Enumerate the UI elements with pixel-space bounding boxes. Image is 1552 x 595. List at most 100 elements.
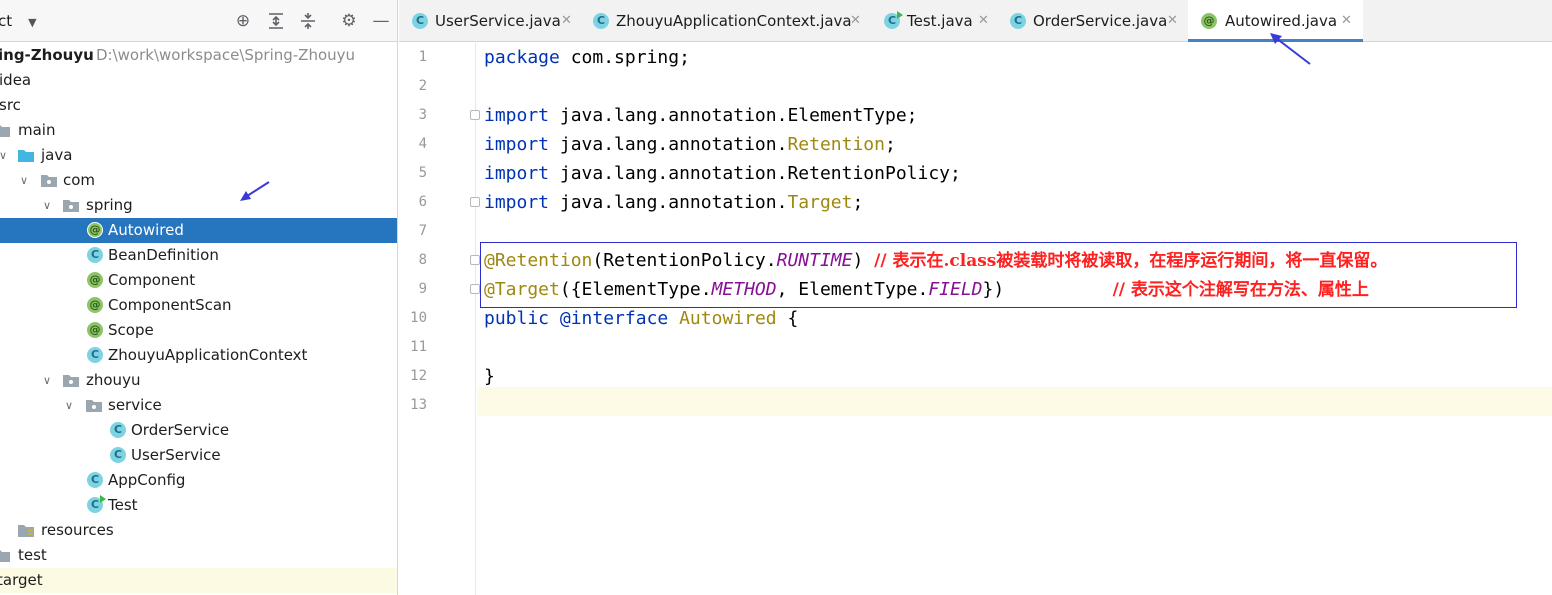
code-type-name: Autowired — [679, 308, 777, 329]
tree-item-componentscan[interactable]: @ ComponentScan — [0, 293, 397, 318]
tree-item-autowired[interactable]: @ Autowired — [0, 218, 397, 243]
tree-item-appconfig[interactable]: C AppConfig — [0, 468, 397, 493]
code-keyword: import — [484, 163, 550, 184]
tab-zhouyuapplicationcontext[interactable]: C ZhouyuApplicationContext.java ✕ — [580, 0, 870, 42]
code-line-4: import java.lang.annotation.Retention; — [484, 130, 896, 159]
tree-item-label: target — [0, 571, 43, 589]
close-icon[interactable]: ✕ — [1341, 0, 1352, 42]
tree-item-label: resources — [41, 521, 114, 539]
runnable-class-icon: C — [87, 495, 106, 513]
tree-item-java[interactable]: ∨ java — [0, 143, 397, 168]
class-icon: C — [1010, 13, 1026, 29]
tree-item-beandefinition[interactable]: C BeanDefinition — [0, 243, 397, 268]
tree-item-spring[interactable]: ∨ spring — [0, 193, 397, 218]
line-number: 12 — [410, 368, 427, 384]
tree-item-label: Component — [108, 271, 196, 289]
tree-item-label: service — [108, 396, 162, 414]
tree-item-resources[interactable]: resources — [0, 518, 397, 543]
close-icon[interactable]: ✕ — [561, 0, 572, 42]
code-keyword: import — [484, 134, 550, 155]
annotation-arrow-icon — [240, 181, 270, 201]
tree-item-orderservice[interactable]: C OrderService — [0, 418, 397, 443]
folder-icon — [0, 123, 10, 138]
tree-item-component[interactable]: @ Component — [0, 268, 397, 293]
tree-item-main[interactable]: main — [0, 118, 397, 143]
tree-item-label: Autowired — [108, 221, 184, 239]
chevron-down-icon[interactable]: ∨ — [17, 168, 31, 193]
tab-label: Test.java — [907, 12, 973, 30]
line-number: 4 — [418, 136, 427, 152]
tree-item-zhouyu[interactable]: ∨ zhouyu — [0, 368, 397, 393]
tree-item-test-folder[interactable]: test — [0, 543, 397, 568]
tree-item-scope[interactable]: @ Scope — [0, 318, 397, 343]
close-icon[interactable]: ✕ — [978, 0, 989, 42]
tab-label: UserService.java — [435, 12, 561, 30]
tree-item-label: zhouyu — [86, 371, 141, 389]
code-line-6: import java.lang.annotation.Target; — [484, 188, 863, 217]
project-view-selector[interactable]: ct ▼ — [0, 12, 37, 30]
class-icon: C — [87, 472, 103, 488]
code-keyword: package — [484, 47, 560, 68]
tree-item-label: ing-Zhouyu — [0, 46, 94, 64]
close-icon[interactable]: ✕ — [850, 0, 861, 42]
tree-item-service[interactable]: ∨ service — [0, 393, 397, 418]
minimize-icon[interactable]: — — [370, 10, 392, 32]
line-number: 13 — [410, 397, 427, 413]
chevron-down-icon[interactable]: ▼ — [28, 16, 36, 29]
tree-item-label: test — [18, 546, 47, 564]
code-editor[interactable]: package com.spring; import java.lang.ann… — [477, 43, 1552, 595]
tree-item-src[interactable]: src — [0, 93, 397, 118]
tree-item-label: ZhouyuApplicationContext — [108, 346, 308, 364]
tab-label: OrderService.java — [1033, 12, 1168, 30]
chevron-down-icon[interactable]: ∨ — [40, 368, 54, 393]
code-annotation-type: Retention — [787, 134, 885, 155]
package-icon — [86, 398, 102, 413]
line-number: 2 — [418, 78, 427, 94]
tree-item-userservice[interactable]: C UserService — [0, 443, 397, 468]
tree-item-label: Scope — [108, 321, 154, 339]
tab-label: ZhouyuApplicationContext.java — [616, 12, 852, 30]
project-path: D:\work\workspace\Spring-Zhouyu — [96, 46, 356, 64]
chevron-down-icon[interactable]: ∨ — [40, 193, 54, 218]
chevron-down-icon[interactable]: ∨ — [62, 393, 76, 418]
gear-icon[interactable]: ⚙ — [338, 10, 360, 32]
package-icon — [41, 173, 57, 188]
project-view-label: ct — [0, 12, 13, 30]
class-icon: C — [87, 247, 103, 263]
collapse-all-icon[interactable] — [297, 10, 319, 32]
tree-item-label: BeanDefinition — [108, 246, 219, 264]
tree-item-target[interactable]: target — [0, 568, 397, 593]
tree-item-label: UserService — [131, 446, 221, 464]
tree-item-test-class[interactable]: C Test — [0, 493, 397, 518]
editor-gutter[interactable]: 1 2 3 4 5 6 7 8 9 10 11 12 13 — [399, 43, 480, 595]
close-icon[interactable]: ✕ — [1167, 0, 1178, 42]
class-icon: C — [110, 447, 126, 463]
line-number: 7 — [418, 223, 427, 239]
resources-folder-icon — [18, 523, 34, 538]
code-annotation-type: Target — [787, 192, 853, 213]
tab-test[interactable]: C Test.java ✕ — [871, 0, 996, 42]
code-text: java.lang.annotation. — [549, 134, 788, 155]
chevron-down-icon[interactable]: ∨ — [0, 143, 10, 168]
line-number: 11 — [410, 339, 427, 355]
tree-item-zhouyuapplicationcontext[interactable]: C ZhouyuApplicationContext — [0, 343, 397, 368]
locate-icon[interactable]: ⊕ — [232, 10, 254, 32]
code-text: { — [776, 308, 799, 329]
code-text: ; — [852, 192, 864, 213]
line-number: 5 — [418, 165, 427, 181]
tree-item-com[interactable]: ∨ com — [0, 168, 397, 193]
tree-item-project-root[interactable]: ing-Zhouyu D:\work\workspace\Spring-Zhou… — [0, 43, 397, 68]
tree-item-label: java — [41, 146, 73, 164]
class-icon: C — [412, 13, 428, 29]
annotation-icon: @ — [87, 272, 103, 288]
expand-all-icon[interactable] — [265, 10, 287, 32]
tree-item-idea[interactable]: idea — [0, 68, 397, 93]
tab-userservice[interactable]: C UserService.java ✕ — [399, 0, 579, 42]
class-icon: C — [87, 347, 103, 363]
code-text: java.lang.annotation.RetentionPolicy; — [549, 163, 961, 184]
annotation-icon: @ — [1201, 13, 1217, 29]
tab-orderservice[interactable]: C OrderService.java ✕ — [997, 0, 1187, 42]
code-line-5: import java.lang.annotation.RetentionPol… — [484, 159, 961, 188]
